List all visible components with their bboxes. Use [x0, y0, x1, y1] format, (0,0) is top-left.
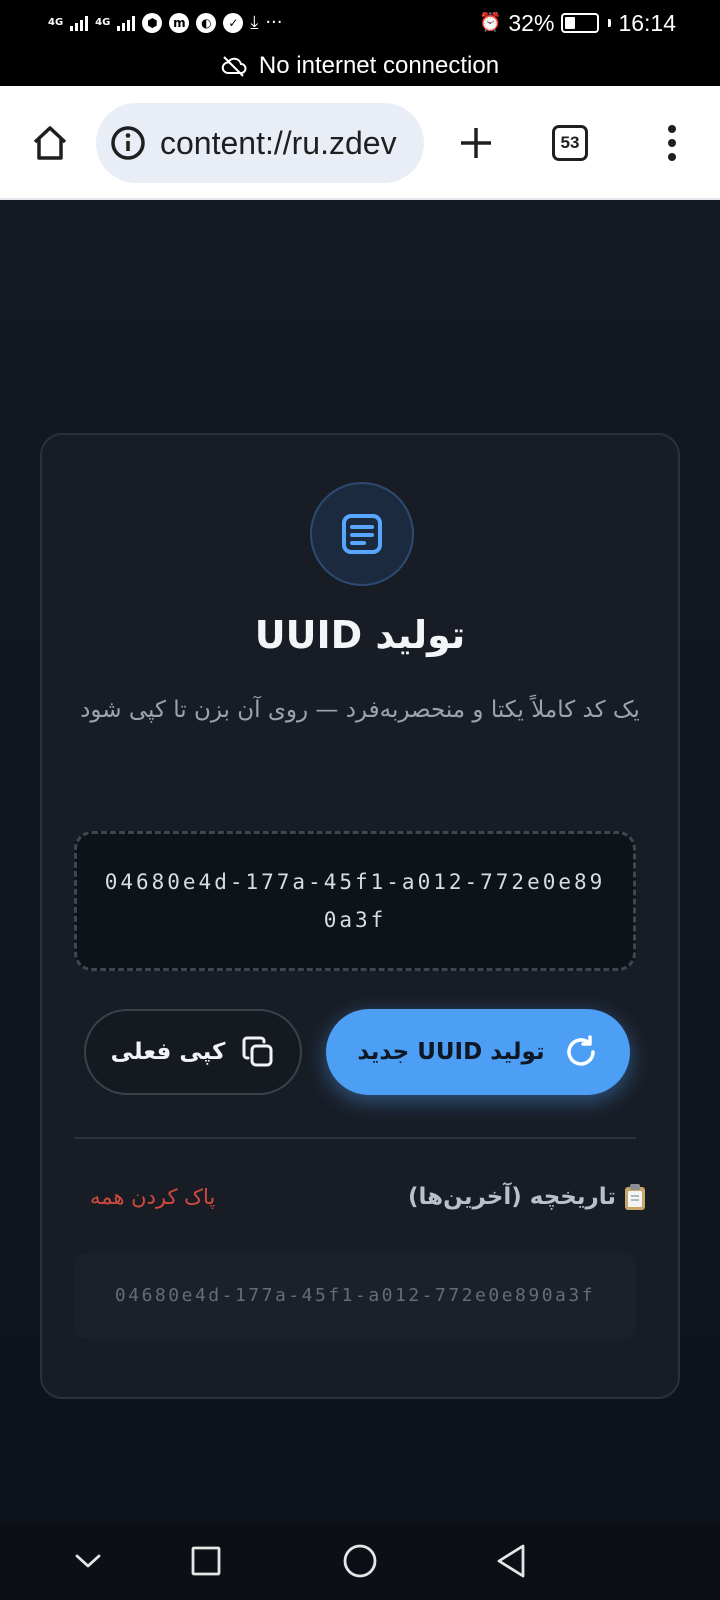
tab-switcher-button[interactable]: 53 — [548, 121, 592, 165]
logo-badge — [310, 482, 414, 586]
nav-collapse-button[interactable] — [63, 1536, 113, 1586]
triangle-back-icon — [497, 1544, 525, 1578]
nav-home-button[interactable] — [335, 1536, 385, 1586]
copy-icon — [242, 1036, 273, 1067]
home-button[interactable] — [22, 115, 78, 171]
history-title: تاریخچه (آخرین‌ها) — [408, 1184, 616, 1210]
copy-button-label: کپی فعلی — [110, 1039, 226, 1065]
chevron-down-icon — [75, 1554, 101, 1568]
uuid-value: 04680e4d-177a-45f1-a012-772e0e890a3f — [104, 870, 606, 932]
plus-icon — [461, 128, 491, 158]
battery-cap — [608, 19, 612, 27]
document-icon — [342, 514, 382, 554]
nav-recents-button[interactable] — [181, 1536, 231, 1586]
page-title: تولید UUID — [254, 613, 466, 657]
browser-toolbar: content://ru.zdev 53 — [0, 86, 720, 200]
history-heading: تاریخچه (آخرین‌ها) — [408, 1183, 646, 1211]
signal-icon-2 — [117, 15, 136, 31]
refresh-icon — [566, 1035, 595, 1066]
uuid-card: تولید UUID یک کد کاملاً یکتا و منحصربه‌ف… — [40, 433, 680, 1399]
new-tab-button[interactable] — [448, 115, 504, 171]
home-icon — [33, 126, 67, 160]
m-app-icon: m — [169, 13, 190, 33]
more-vert-icon — [668, 125, 676, 161]
tab-count: 53 — [552, 125, 588, 161]
offline-text: No internet connection — [258, 52, 500, 79]
page-subtitle: یک کد کاملاً یکتا و منحصربه‌فرد — روی آن… — [80, 697, 640, 723]
battery-percent: 32% — [508, 9, 555, 36]
clipboard-icon — [624, 1183, 646, 1211]
download-icon: ⤓ — [250, 12, 259, 33]
clear-all-link[interactable]: پاک کردن همه — [90, 1185, 215, 1209]
signal-icon — [70, 15, 89, 31]
uuid-display[interactable]: 04680e4d-177a-45f1-a012-772e0e890a3f — [74, 831, 636, 971]
shield-check-icon: ✓ — [223, 13, 244, 33]
clock: 16:14 — [618, 9, 676, 36]
generate-button-label: تولید UUID جدید — [357, 1039, 545, 1065]
status-left: 4G 4G ⬢ m ◐ ✓ ⤓ ··· — [48, 13, 282, 33]
menu-button[interactable] — [650, 115, 694, 171]
network-type-1: 4G — [48, 17, 64, 28]
battery-icon — [561, 13, 600, 33]
circle-icon — [343, 1544, 377, 1578]
cloud-off-icon — [221, 56, 247, 77]
network-type-2: 4G — [95, 17, 111, 28]
address-bar[interactable]: content://ru.zdev — [96, 103, 424, 183]
hexagon-app-icon: ⬢ — [142, 13, 163, 33]
info-icon — [111, 126, 145, 160]
more-notifications-icon: ··· — [265, 12, 283, 33]
offline-banner: No internet connection — [0, 46, 720, 86]
alarm-icon: ⏰ — [478, 12, 502, 33]
nav-back-button[interactable] — [486, 1536, 536, 1586]
url-text: content://ru.zdev — [160, 124, 397, 161]
status-right: ⏰ 32% 16:14 — [479, 10, 676, 37]
generate-uuid-button[interactable]: تولید UUID جدید — [326, 1009, 630, 1095]
divider — [74, 1137, 636, 1139]
page-content: تولید UUID یک کد کاملاً یکتا و منحصربه‌ف… — [0, 200, 720, 1522]
system-nav-bar — [0, 1522, 720, 1600]
square-icon — [191, 1546, 221, 1576]
status-bar: 4G 4G ⬢ m ◐ ✓ ⤓ ··· ⏰ 32% 16:14 — [0, 0, 720, 46]
history-uuid: 04680e4d-177a-45f1-a012-772e0e890a3f — [114, 1285, 596, 1306]
history-list-item[interactable]: 04680e4d-177a-45f1-a012-772e0e890a3f — [74, 1253, 636, 1339]
vpn-app-icon: ◐ — [196, 13, 217, 33]
copy-current-button[interactable]: کپی فعلی — [84, 1009, 302, 1095]
